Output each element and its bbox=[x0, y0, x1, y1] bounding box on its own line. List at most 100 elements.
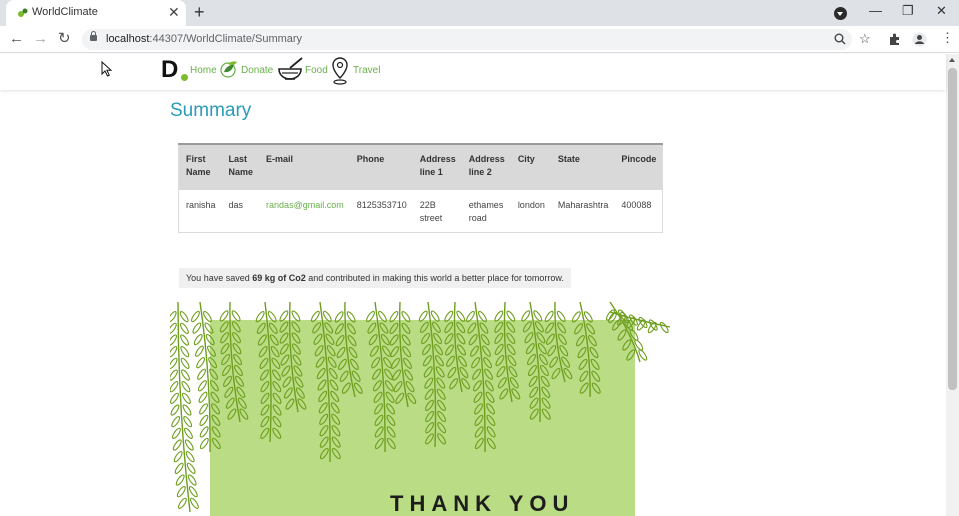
tab-close-icon[interactable]: ✕ bbox=[168, 4, 180, 20]
reload-icon[interactable]: ↻ bbox=[58, 30, 71, 48]
worldclimate-favicon-icon bbox=[18, 8, 28, 17]
summary-table: First Name Last Name E-mail Phone Address l… bbox=[178, 143, 664, 233]
leaf bbox=[181, 381, 191, 393]
tab-search-icon[interactable] bbox=[834, 7, 847, 20]
co2-amount: 69 kg of Co2 bbox=[252, 273, 306, 283]
leaf bbox=[659, 321, 669, 334]
header-address-2: Address line 2 bbox=[468, 154, 505, 177]
cell-address-1: 22B street bbox=[419, 200, 443, 223]
leaf bbox=[193, 333, 203, 346]
cell-pincode: 400088 bbox=[621, 200, 652, 210]
table-row: ranisha das randas@gmail.com 8125353710 … bbox=[179, 190, 663, 233]
leaf bbox=[172, 427, 181, 439]
browser-toolbar: ← → ↻ localhost:44307/WorldClimate/Summa… bbox=[0, 26, 959, 53]
leaf bbox=[184, 427, 193, 439]
leaf bbox=[195, 345, 204, 357]
header-email: E-mail bbox=[266, 154, 294, 164]
nav-home-link[interactable]: Home bbox=[190, 65, 217, 77]
leaf bbox=[197, 380, 207, 392]
restore-window-button[interactable]: ❐ bbox=[902, 3, 914, 19]
forward-arrow-icon[interactable]: → bbox=[33, 30, 48, 48]
header-address-1: Address line 1 bbox=[419, 154, 456, 177]
header-phone: Phone bbox=[356, 154, 385, 164]
hanging-leaves-illustration bbox=[170, 302, 671, 516]
menu-kebab-icon[interactable]: ⋮ bbox=[941, 31, 954, 45]
leaf bbox=[182, 404, 192, 416]
leaf bbox=[199, 414, 209, 427]
leaf bbox=[170, 322, 177, 334]
leaf bbox=[180, 357, 190, 369]
scrollbar-thumb[interactable] bbox=[948, 68, 957, 390]
cell-address-2: ethames road bbox=[468, 200, 504, 223]
cell-email: randas@gmail.com bbox=[259, 190, 350, 233]
nav-travel-link[interactable]: Travel bbox=[353, 65, 380, 77]
page-scrollbar[interactable] bbox=[946, 54, 959, 516]
leaf bbox=[181, 392, 191, 404]
cell-state: Maharashtra bbox=[557, 200, 609, 210]
card-background bbox=[210, 320, 635, 516]
leaf bbox=[180, 334, 189, 346]
mouse-cursor-icon bbox=[101, 61, 113, 77]
browser-tab-strip: WorldClimate ✕ + — ❐ ✕ bbox=[0, 0, 959, 26]
leaf bbox=[177, 497, 187, 509]
tab-title: WorldClimate bbox=[32, 6, 98, 18]
leaf bbox=[179, 311, 189, 323]
profile-avatar-icon[interactable] bbox=[912, 32, 927, 47]
site-logo[interactable]: D bbox=[161, 56, 178, 84]
browser-tab[interactable]: WorldClimate ✕ bbox=[6, 0, 186, 26]
leaf bbox=[170, 369, 178, 381]
scroll-up-arrow-icon[interactable] bbox=[949, 58, 955, 62]
page-title: Summary bbox=[170, 100, 252, 121]
zoom-icon[interactable] bbox=[834, 33, 846, 45]
extensions-puzzle-icon[interactable] bbox=[888, 32, 902, 46]
leaf bbox=[172, 439, 182, 451]
leaf bbox=[176, 486, 186, 498]
email-link[interactable]: randas@gmail.com bbox=[266, 200, 344, 210]
header-pincode: Pincode bbox=[621, 154, 657, 164]
new-tab-button[interactable]: + bbox=[194, 2, 205, 22]
leaf bbox=[170, 381, 179, 393]
travel-pin-icon[interactable] bbox=[330, 56, 350, 86]
logo-dot bbox=[181, 74, 188, 81]
leaf bbox=[170, 392, 179, 404]
leaf bbox=[199, 426, 209, 438]
leaf bbox=[175, 474, 185, 486]
leaf bbox=[188, 486, 198, 498]
food-bowl-icon[interactable] bbox=[277, 56, 305, 84]
co2-saved-message: You have saved 69 kg of Co2 and contribu… bbox=[179, 268, 571, 288]
leaf bbox=[197, 368, 206, 380]
back-arrow-icon[interactable]: ← bbox=[9, 30, 24, 48]
leaf bbox=[179, 322, 189, 334]
leaf bbox=[196, 357, 206, 369]
thank-you-card: THANK YOU bbox=[170, 302, 672, 516]
leaf bbox=[181, 369, 190, 381]
leaf bbox=[192, 322, 202, 334]
donate-plant-icon[interactable] bbox=[219, 58, 241, 82]
leaf bbox=[199, 403, 208, 415]
leaf bbox=[183, 416, 193, 428]
lock-icon bbox=[90, 31, 97, 41]
leaf bbox=[174, 462, 184, 474]
leaf bbox=[189, 497, 199, 509]
close-window-button[interactable]: ✕ bbox=[936, 3, 947, 19]
header-last-name: Last Name bbox=[228, 154, 254, 177]
leaf bbox=[173, 451, 183, 463]
leaf bbox=[171, 416, 181, 428]
leaf bbox=[184, 439, 194, 451]
leaf bbox=[191, 310, 200, 323]
nav-food-link[interactable]: Food bbox=[305, 65, 328, 77]
leaf bbox=[187, 474, 197, 486]
leaf bbox=[203, 310, 212, 323]
nav-donate-link[interactable]: Donate bbox=[241, 65, 273, 77]
leaf bbox=[180, 346, 190, 358]
minimize-window-button[interactable]: — bbox=[869, 3, 882, 19]
leaf bbox=[170, 334, 177, 346]
leaf bbox=[199, 437, 209, 450]
header-city: City bbox=[517, 154, 535, 164]
url-text: localhost:44307/WorldClimate/Summary bbox=[106, 33, 303, 45]
thank-you-text: THANK YOU bbox=[390, 491, 575, 516]
address-bar[interactable]: localhost:44307/WorldClimate/Summary bbox=[82, 29, 852, 50]
bookmark-star-icon[interactable]: ☆ bbox=[859, 31, 871, 47]
cell-last-name: das bbox=[228, 200, 244, 210]
table-header-row: First Name Last Name E-mail Phone Address l… bbox=[178, 144, 663, 190]
